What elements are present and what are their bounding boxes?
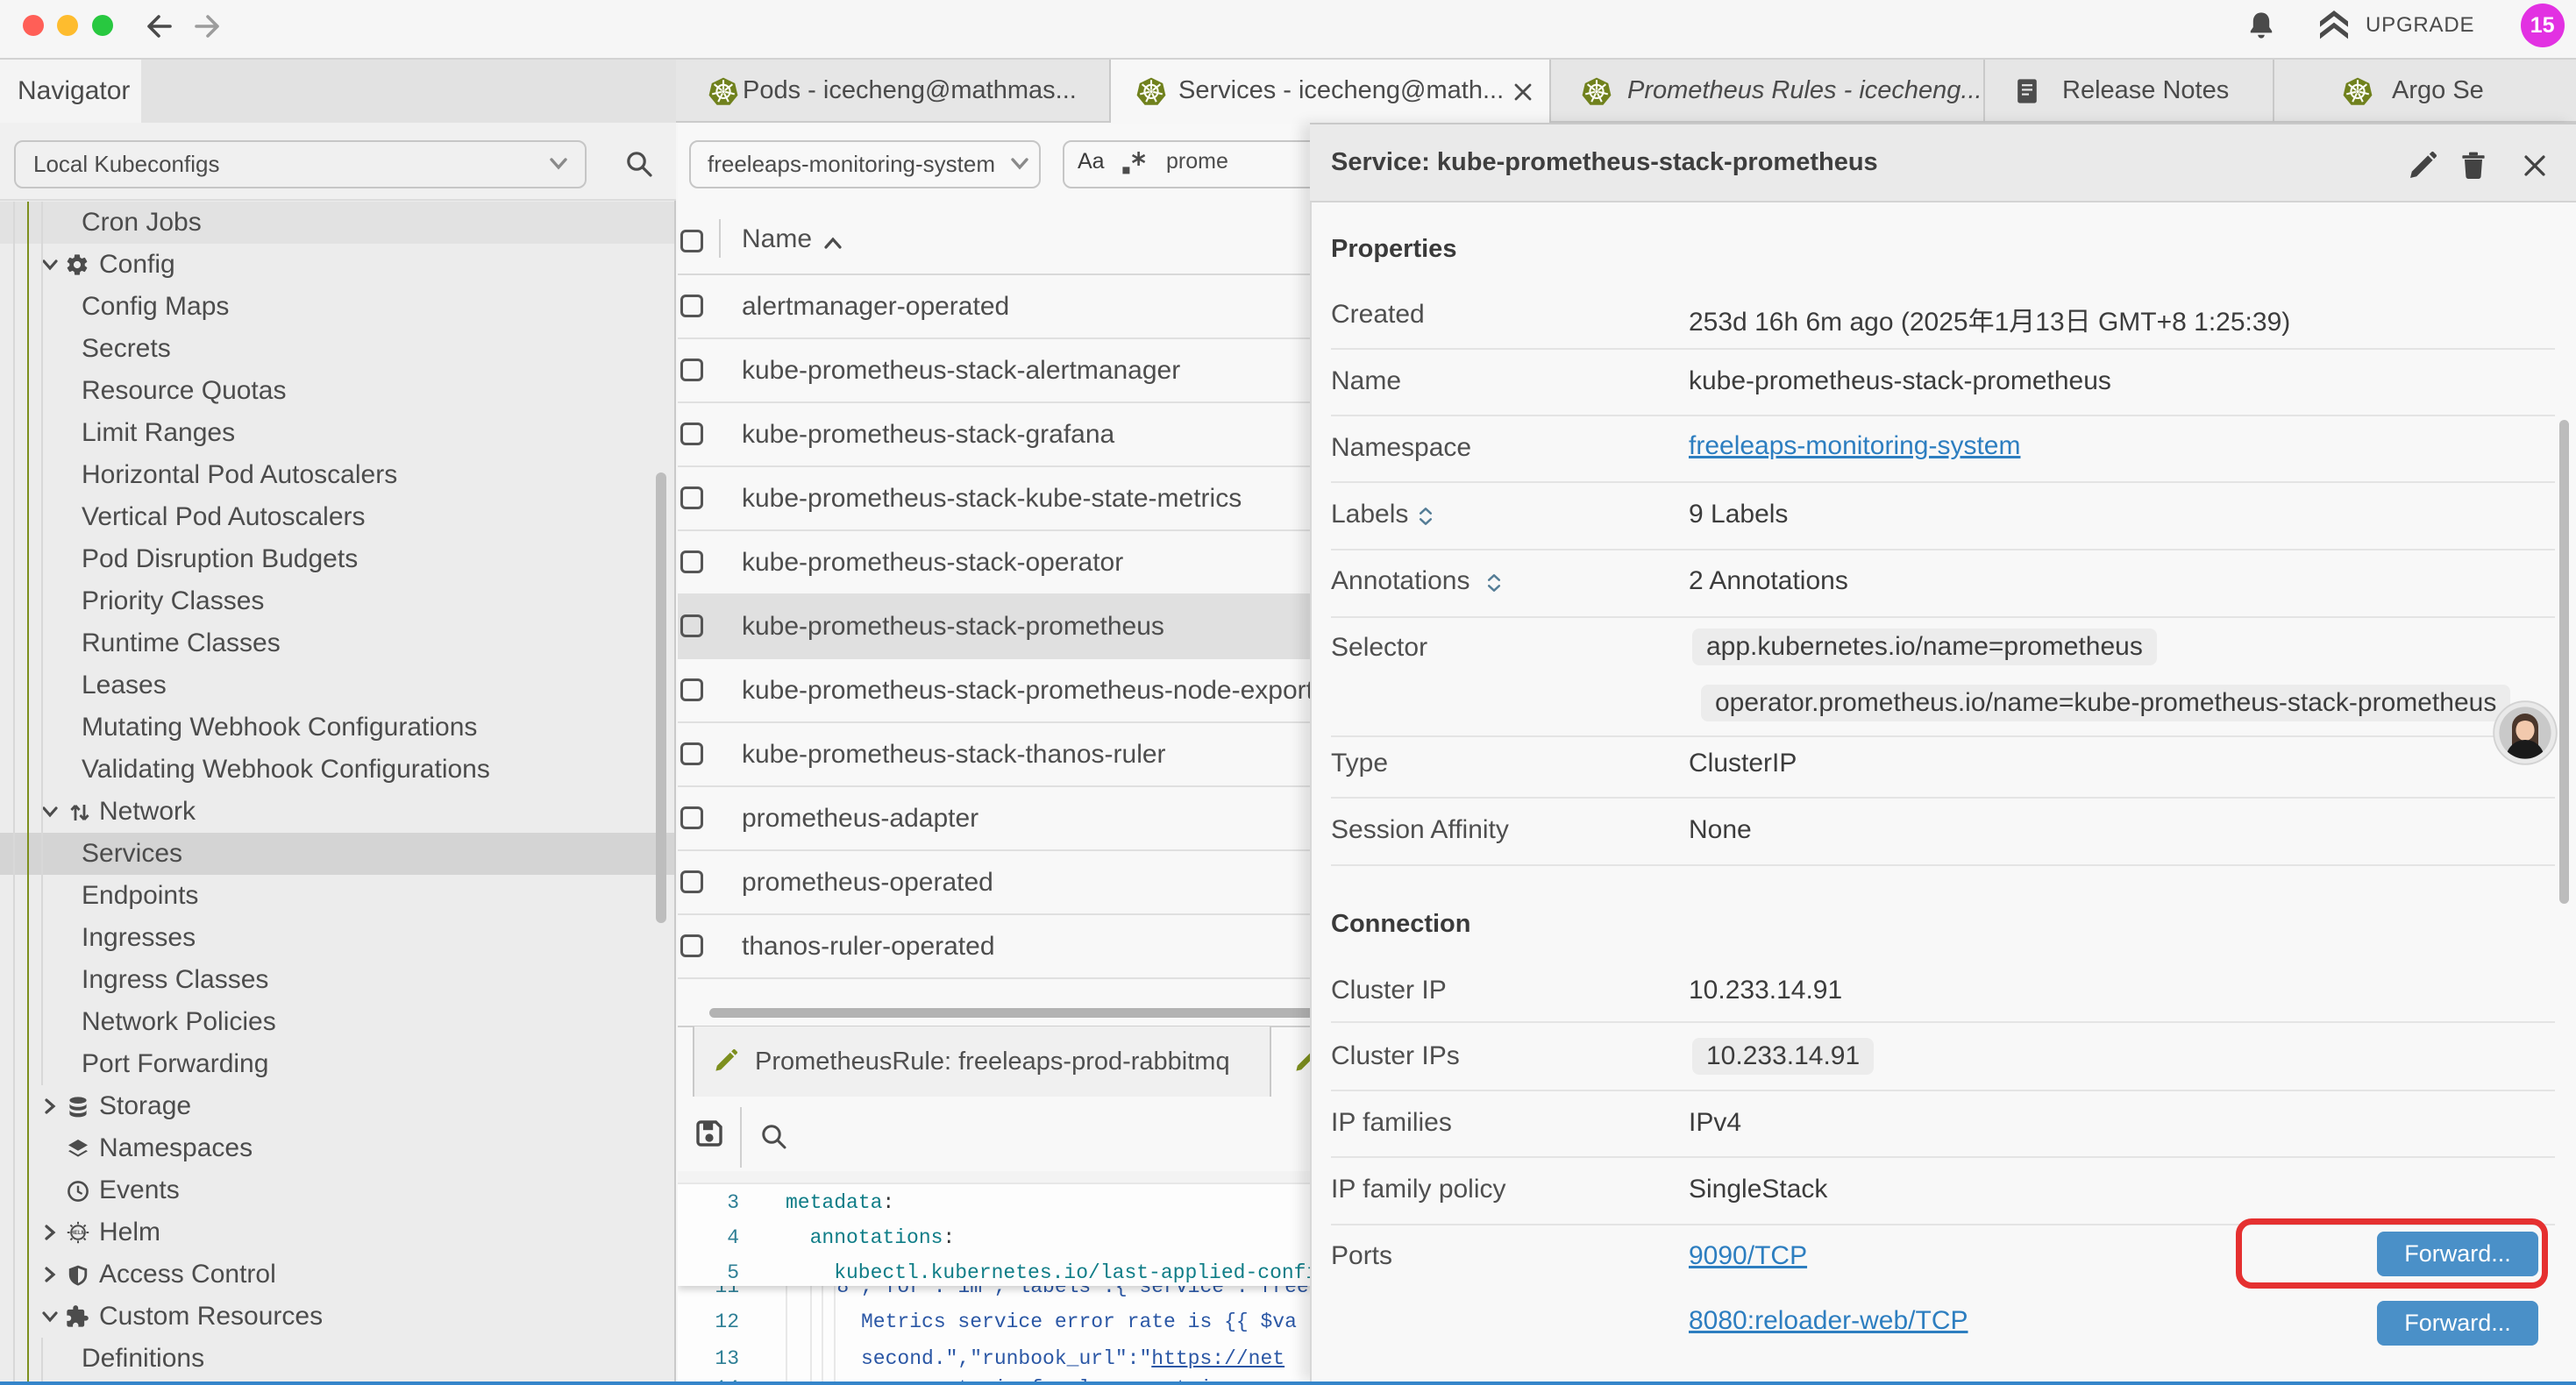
svg-text:HELM: HELM: [70, 1230, 86, 1236]
